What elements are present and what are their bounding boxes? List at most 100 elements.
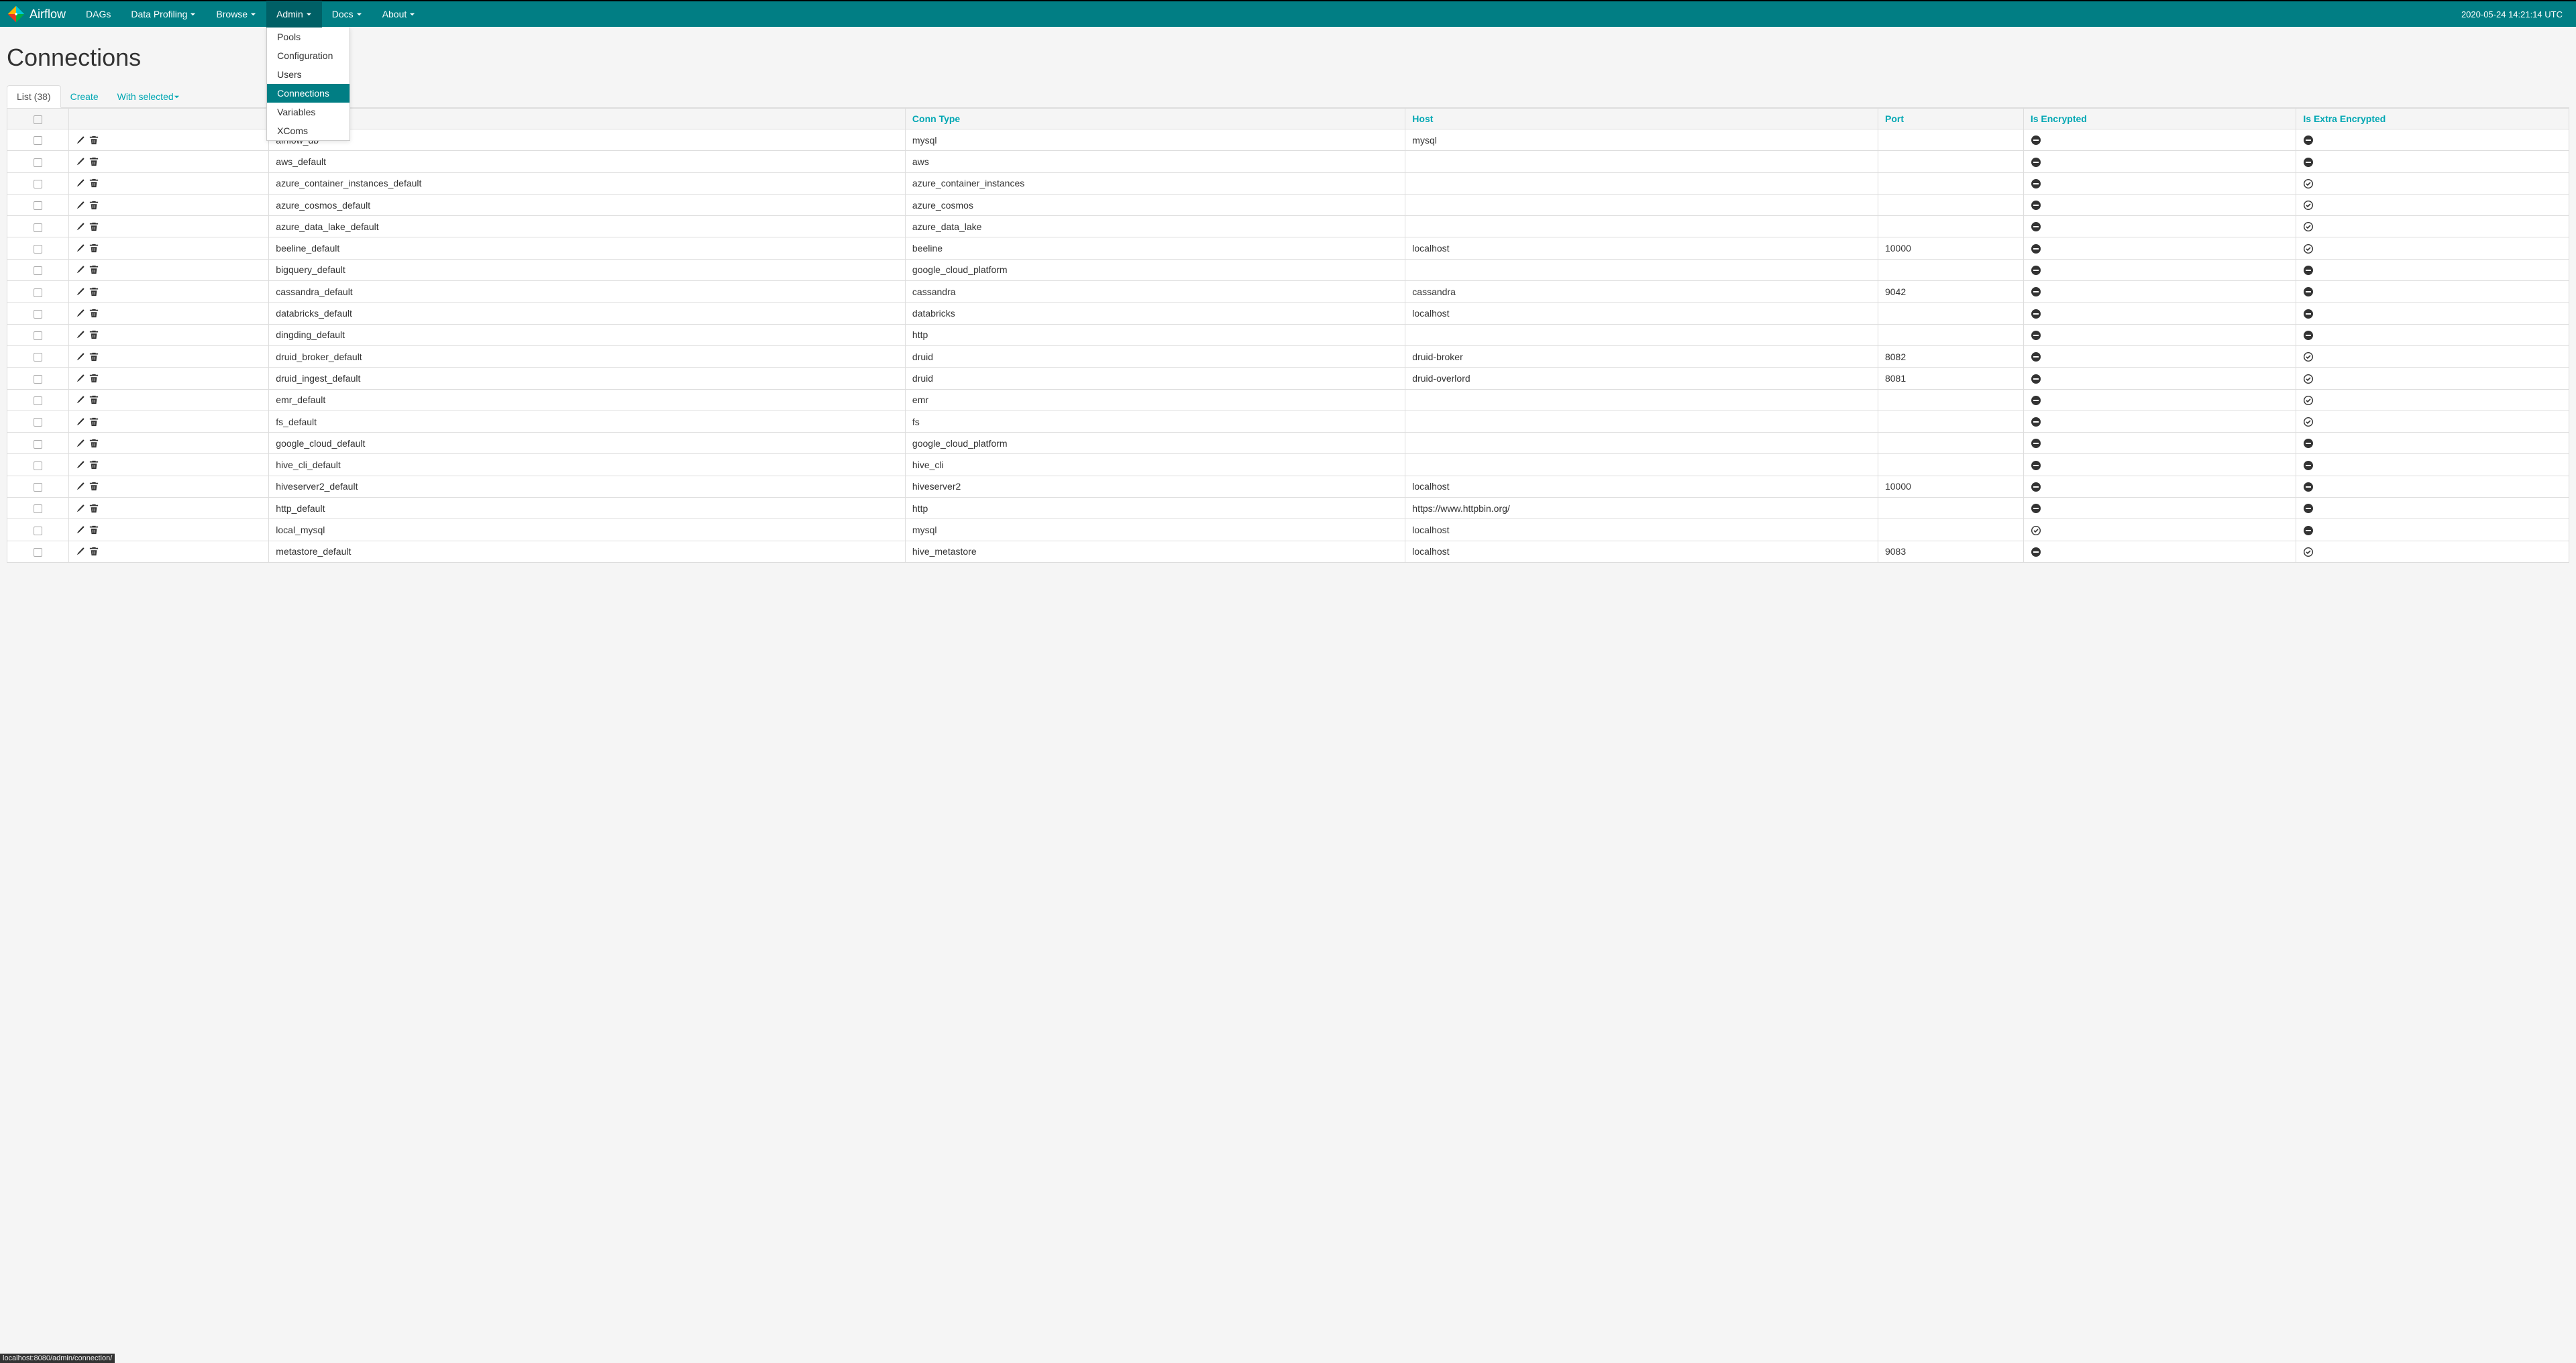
- cell-conn-id[interactable]: azure_cosmos_default: [269, 194, 906, 215]
- cell-conn-id[interactable]: emr_default: [269, 389, 906, 411]
- nav-admin[interactable]: Admin Pools Configuration Users Connecti…: [266, 1, 322, 28]
- delete-icon[interactable]: [89, 309, 99, 318]
- delete-icon[interactable]: [89, 504, 99, 513]
- delete-icon[interactable]: [89, 287, 99, 296]
- cell-conn-id[interactable]: dingding_default: [269, 324, 906, 345]
- row-checkbox[interactable]: [34, 440, 42, 449]
- edit-icon[interactable]: [76, 287, 85, 296]
- row-checkbox[interactable]: [34, 483, 42, 492]
- cell-conn-id[interactable]: google_cloud_default: [269, 433, 906, 454]
- cell-conn-id[interactable]: http_default: [269, 498, 906, 519]
- edit-icon[interactable]: [76, 417, 85, 427]
- row-checkbox[interactable]: [34, 396, 42, 405]
- row-checkbox[interactable]: [34, 245, 42, 254]
- cell-conn-id[interactable]: azure_container_instances_default: [269, 172, 906, 194]
- delete-icon[interactable]: [89, 157, 99, 166]
- nav-docs[interactable]: Docs: [322, 1, 372, 28]
- cell-conn-id[interactable]: aws_default: [269, 151, 906, 172]
- row-checkbox[interactable]: [34, 288, 42, 297]
- delete-icon[interactable]: [89, 547, 99, 556]
- admin-menu-connections[interactable]: Connections: [267, 84, 350, 103]
- header-is-extra-encrypted[interactable]: Is Extra Encrypted: [2296, 109, 2569, 129]
- edit-icon[interactable]: [76, 135, 85, 145]
- nav-dags[interactable]: DAGs: [76, 1, 121, 28]
- row-checkbox[interactable]: [34, 418, 42, 427]
- delete-icon[interactable]: [89, 222, 99, 231]
- edit-icon[interactable]: [76, 482, 85, 491]
- edit-icon[interactable]: [76, 525, 85, 535]
- edit-icon[interactable]: [76, 243, 85, 253]
- row-checkbox[interactable]: [34, 504, 42, 513]
- cell-conn-id[interactable]: local_mysql: [269, 519, 906, 541]
- admin-menu-pools[interactable]: Pools: [267, 28, 350, 46]
- cell-conn-id[interactable]: databricks_default: [269, 303, 906, 324]
- header-is-encrypted[interactable]: Is Encrypted: [2023, 109, 2296, 129]
- delete-icon[interactable]: [89, 395, 99, 404]
- edit-icon[interactable]: [76, 504, 85, 513]
- header-conn-type[interactable]: Conn Type: [905, 109, 1405, 129]
- row-checkbox[interactable]: [34, 136, 42, 145]
- delete-icon[interactable]: [89, 417, 99, 427]
- edit-icon[interactable]: [76, 460, 85, 470]
- row-checkbox[interactable]: [34, 353, 42, 362]
- delete-icon[interactable]: [89, 439, 99, 448]
- cell-conn-id[interactable]: hive_cli_default: [269, 454, 906, 476]
- cell-conn-id[interactable]: metastore_default: [269, 541, 906, 562]
- tab-create[interactable]: Create: [61, 86, 108, 107]
- row-checkbox[interactable]: [34, 331, 42, 340]
- nav-data-profiling[interactable]: Data Profiling: [121, 1, 206, 28]
- edit-icon[interactable]: [76, 309, 85, 318]
- row-checkbox[interactable]: [34, 201, 42, 210]
- admin-menu-variables[interactable]: Variables: [267, 103, 350, 121]
- admin-menu-users[interactable]: Users: [267, 65, 350, 84]
- row-checkbox[interactable]: [34, 527, 42, 535]
- row-checkbox[interactable]: [34, 158, 42, 167]
- cell-conn-id[interactable]: druid_broker_default: [269, 345, 906, 367]
- delete-icon[interactable]: [89, 243, 99, 253]
- row-checkbox[interactable]: [34, 548, 42, 557]
- edit-icon[interactable]: [76, 395, 85, 404]
- delete-icon[interactable]: [89, 201, 99, 210]
- cell-conn-id[interactable]: airflow_db: [269, 129, 906, 151]
- edit-icon[interactable]: [76, 439, 85, 448]
- edit-icon[interactable]: [76, 547, 85, 556]
- row-checkbox[interactable]: [34, 266, 42, 275]
- edit-icon[interactable]: [76, 178, 85, 188]
- edit-icon[interactable]: [76, 222, 85, 231]
- header-host[interactable]: Host: [1405, 109, 1878, 129]
- delete-icon[interactable]: [89, 374, 99, 383]
- delete-icon[interactable]: [89, 482, 99, 491]
- admin-menu-configuration[interactable]: Configuration: [267, 46, 350, 65]
- row-checkbox[interactable]: [34, 310, 42, 319]
- edit-icon[interactable]: [76, 265, 85, 274]
- cell-conn-id[interactable]: hiveserver2_default: [269, 476, 906, 497]
- cell-conn-id[interactable]: bigquery_default: [269, 259, 906, 280]
- delete-icon[interactable]: [89, 352, 99, 362]
- row-checkbox[interactable]: [34, 375, 42, 384]
- cell-conn-id[interactable]: fs_default: [269, 411, 906, 432]
- nav-browse[interactable]: Browse: [206, 1, 266, 28]
- delete-icon[interactable]: [89, 265, 99, 274]
- header-port[interactable]: Port: [1878, 109, 2023, 129]
- edit-icon[interactable]: [76, 157, 85, 166]
- edit-icon[interactable]: [76, 330, 85, 339]
- edit-icon[interactable]: [76, 374, 85, 383]
- tab-with-selected[interactable]: With selected: [108, 86, 189, 107]
- row-checkbox[interactable]: [34, 461, 42, 470]
- admin-menu-xcoms[interactable]: XComs: [267, 121, 350, 140]
- nav-about[interactable]: About: [372, 1, 426, 28]
- tab-list[interactable]: List (38): [7, 85, 61, 108]
- edit-icon[interactable]: [76, 201, 85, 210]
- delete-icon[interactable]: [89, 135, 99, 145]
- cell-conn-id[interactable]: cassandra_default: [269, 281, 906, 303]
- cell-conn-id[interactable]: druid_ingest_default: [269, 368, 906, 389]
- brand-link[interactable]: Airflow: [7, 5, 66, 23]
- edit-icon[interactable]: [76, 352, 85, 362]
- delete-icon[interactable]: [89, 330, 99, 339]
- delete-icon[interactable]: [89, 460, 99, 470]
- row-checkbox[interactable]: [34, 223, 42, 232]
- checkbox-icon[interactable]: [34, 115, 42, 124]
- row-checkbox[interactable]: [34, 180, 42, 188]
- delete-icon[interactable]: [89, 178, 99, 188]
- header-conn-id[interactable]: Conn Id: [269, 109, 906, 129]
